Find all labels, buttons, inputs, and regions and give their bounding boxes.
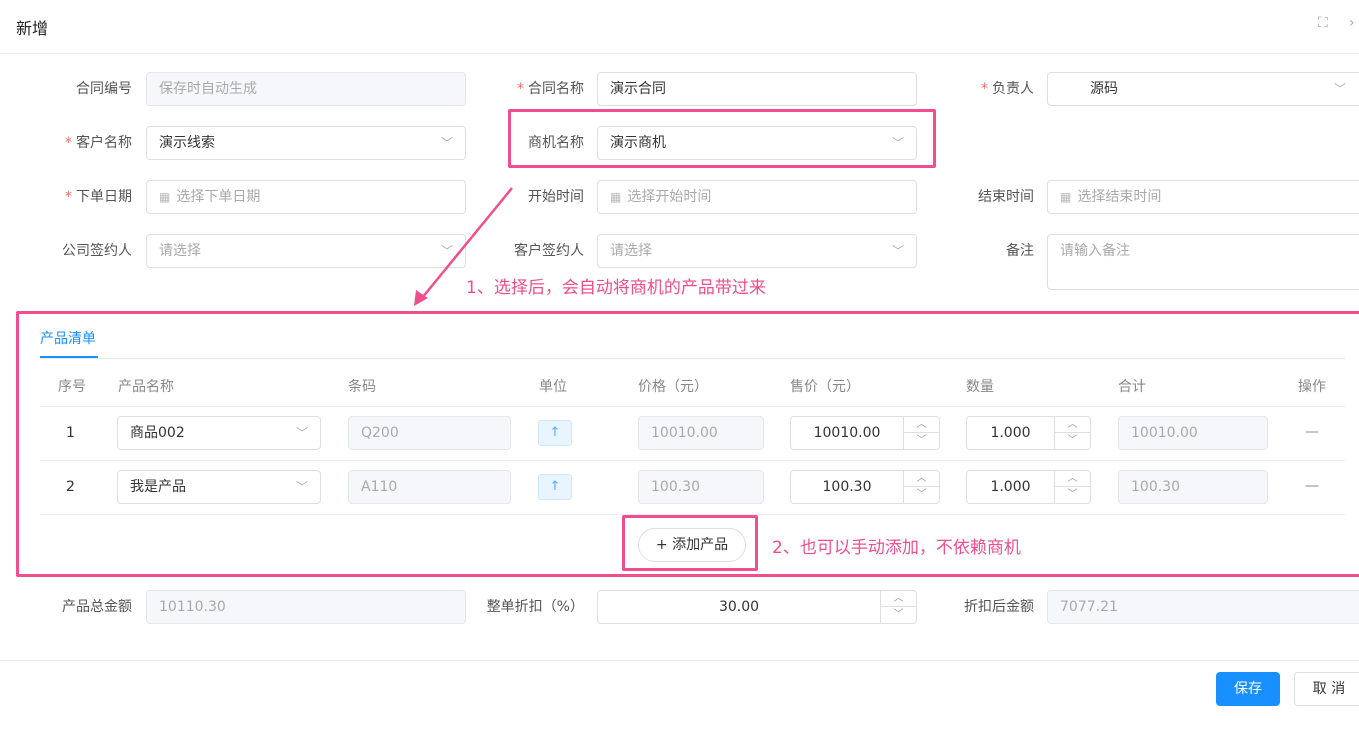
start-time-label: 开始时间	[528, 189, 584, 205]
start-time-picker[interactable]: ▦ 选择开始时间	[597, 180, 917, 214]
save-button[interactable]: 保存	[1216, 672, 1280, 706]
stepper-up-icon[interactable]: ︿	[1055, 471, 1090, 487]
stepper-up-icon[interactable]: ︿	[904, 471, 939, 487]
col-name: 产品名称	[118, 379, 174, 395]
table-header-divider	[40, 406, 1345, 407]
customer-signer-label: 客户签约人	[514, 243, 584, 259]
after-discount-field: 7077.21	[1047, 590, 1359, 624]
end-time-label: 结束时间	[978, 189, 1034, 205]
company-signer-label: 公司签约人	[62, 243, 132, 259]
chevron-down-icon: ﹀	[440, 136, 453, 150]
chevron-down-icon: ﹀	[1333, 82, 1346, 96]
tab-product-list[interactable]: 产品清单	[40, 328, 96, 348]
contract-name-label: * 合同名称	[517, 81, 584, 97]
fullscreen-icon[interactable]: ⛶	[1318, 15, 1328, 31]
row2-product-select[interactable]: 我是产品 ﹀	[117, 470, 321, 504]
row1-delete-button[interactable]: —	[1305, 424, 1319, 440]
total-amount-label: 产品总金额	[62, 599, 132, 615]
owner-label: * 负责人	[981, 81, 1034, 97]
row1-price: 10010.00	[638, 416, 764, 450]
stepper-up-icon[interactable]: ︿	[904, 417, 939, 433]
order-date-label: * 下单日期	[65, 189, 132, 205]
row1-product-select[interactable]: 商品002 ﹀	[117, 416, 321, 450]
row1-total: 10010.00	[1118, 416, 1268, 450]
row2-barcode: A110	[348, 470, 511, 504]
row2-delete-button[interactable]: —	[1305, 478, 1319, 494]
row2-unit-button[interactable]: ↑	[538, 474, 572, 500]
table-row-divider	[40, 514, 1345, 515]
customer-signer-select[interactable]: 请选择 ﹀	[597, 234, 917, 268]
stepper-up-icon[interactable]: ︿	[881, 591, 916, 607]
stepper-down-icon[interactable]: ﹀	[904, 487, 939, 503]
customer-select[interactable]: 演示线索 ﹀	[146, 126, 466, 160]
discount-stepper[interactable]: 30.00 ︿ ﹀	[597, 590, 917, 624]
chevron-down-icon: ﹀	[295, 480, 308, 494]
table-row-divider	[40, 460, 1345, 461]
contract-name-input[interactable]: 演示合同	[597, 72, 917, 106]
after-discount-label: 折扣后金额	[964, 599, 1034, 615]
opportunity-select[interactable]: 演示商机 ﹀	[597, 126, 917, 160]
remark-label: 备注	[1006, 243, 1034, 259]
row2-no: 2	[66, 479, 75, 495]
col-total: 合计	[1118, 379, 1146, 395]
calendar-icon: ▦	[610, 190, 622, 204]
row2-qty-stepper[interactable]: 1.000 ︿ ﹀	[966, 470, 1091, 504]
row1-no: 1	[66, 425, 75, 441]
col-barcode: 条码	[348, 379, 376, 395]
dialog-header: 新增 ⛶ ›	[0, 0, 1359, 54]
chevron-down-icon: ﹀	[295, 426, 308, 440]
row2-total: 100.30	[1118, 470, 1268, 504]
remark-textarea[interactable]: 请输入备注	[1047, 234, 1359, 290]
owner-select[interactable]: 源码 ﹀	[1047, 72, 1359, 106]
stepper-down-icon[interactable]: ﹀	[1055, 487, 1090, 503]
footer-divider	[0, 660, 1359, 661]
order-date-picker[interactable]: ▦ 选择下单日期	[146, 180, 466, 214]
calendar-icon: ▦	[1060, 190, 1072, 204]
col-no: 序号	[58, 379, 86, 395]
col-unit: 单位	[539, 379, 567, 395]
col-price: 价格（元）	[638, 379, 708, 395]
discount-label: 整单折扣（%）	[486, 599, 584, 615]
col-qty: 数量	[966, 379, 994, 395]
customer-label: * 客户名称	[65, 135, 132, 151]
row1-barcode: Q200	[348, 416, 511, 450]
contract-no-label: 合同编号	[76, 81, 132, 97]
stepper-down-icon[interactable]: ﹀	[881, 607, 916, 623]
stepper-down-icon[interactable]: ﹀	[1055, 433, 1090, 449]
row1-sale-price-stepper[interactable]: 10010.00 ︿ ﹀	[790, 416, 940, 450]
stepper-up-icon[interactable]: ︿	[1055, 417, 1090, 433]
total-amount-field: 10110.30	[146, 590, 466, 624]
chevron-down-icon: ﹀	[440, 244, 453, 258]
chevron-down-icon: ﹀	[891, 244, 904, 258]
company-signer-select[interactable]: 请选择 ﹀	[146, 234, 466, 268]
chevron-down-icon: ﹀	[891, 136, 904, 150]
tab-divider	[40, 358, 1345, 359]
end-time-picker[interactable]: ▦ 选择结束时间	[1047, 180, 1359, 214]
row2-price: 100.30	[638, 470, 764, 504]
stepper-down-icon[interactable]: ﹀	[904, 433, 939, 449]
arrow-up-icon: ↑	[549, 479, 561, 494]
row1-unit-button[interactable]: ↑	[538, 420, 572, 446]
arrow-up-icon: ↑	[549, 425, 561, 440]
calendar-icon: ▦	[159, 190, 171, 204]
add-contract-dialog: 新增 ⛶ › 合同编号 保存时自动生成 * 合同名称 演示合同 * 负责人 源码 ﹀ …	[0, 0, 1359, 731]
opportunity-label: 商机名称	[528, 135, 584, 151]
close-icon[interactable]: ›	[1349, 15, 1355, 31]
add-product-button[interactable]: + 添加产品	[638, 528, 746, 562]
annotation-note-1: 1、选择后，会自动将商机的产品带过来	[466, 278, 766, 298]
col-sale-price: 售价（元）	[790, 379, 860, 395]
row1-qty-stepper[interactable]: 1.000 ︿ ﹀	[966, 416, 1091, 450]
contract-no-field: 保存时自动生成	[146, 72, 466, 106]
row2-sale-price-stepper[interactable]: 100.30 ︿ ﹀	[790, 470, 940, 504]
col-op: 操作	[1298, 379, 1326, 395]
dialog-title: 新增	[16, 19, 49, 38]
annotation-note-2: 2、也可以手动添加，不依赖商机	[772, 538, 1021, 558]
cancel-button[interactable]: 取 消	[1294, 672, 1359, 706]
